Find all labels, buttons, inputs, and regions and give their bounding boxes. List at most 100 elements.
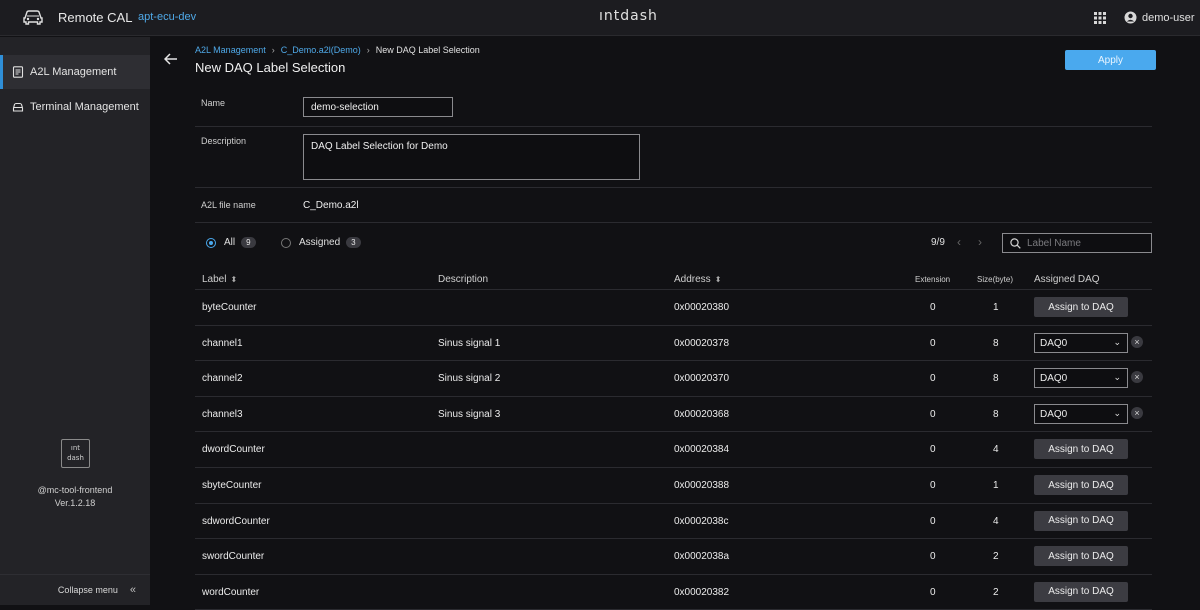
top-bar: Remote CAL apt-ecu-dev ıntdash demo-user [0,0,1200,36]
radio-unselected-icon [281,237,291,248]
cell-label: sbyteCounter [202,480,262,491]
chevron-down-icon: ⌄ [1113,336,1121,347]
cell-address: 0x0002038c [674,515,729,527]
breadcrumb-separator: › [366,45,370,55]
cell-size: 1 [993,480,999,491]
assign-to-daq-button[interactable]: Assign to DAQ [1034,510,1128,531]
daq-select[interactable]: DAQ0 ⌄ [1034,403,1128,424]
clear-daq-icon[interactable]: × [1131,406,1143,419]
cell-size: 8 [993,337,999,349]
daq-select[interactable]: DAQ0 ⌄ [1034,332,1128,353]
package-name: @mc-tool-frontend [37,485,113,495]
column-header-size: Size(byte) [977,275,1014,284]
table-row: swordCounter 0x0002038a 0 2 Assign to DAQ [195,539,1152,575]
name-label: Name [201,98,226,108]
assign-to-daq-button[interactable]: Assign to DAQ [1034,581,1128,602]
breadcrumb: A2L Management › C_Demo.a2l(Demo) › New DAQ … [195,45,480,55]
table-row: sdwordCounter 0x0002038c 0 4 Assign to DAQ [195,504,1152,540]
assign-to-daq-button[interactable]: Assign to DAQ [1034,546,1128,567]
column-header-description: Description [438,274,489,285]
a2l-file-label: A2L file name [201,200,256,210]
logo-text-bottom: dash [67,454,84,462]
filter-assigned-radio[interactable]: Assigned 3 [281,237,361,248]
search-input[interactable] [1027,234,1147,252]
cell-label: swordCounter [202,551,265,563]
cell-size: 4 [993,515,999,527]
name-input[interactable] [303,97,453,117]
cell-extension: 0 [930,551,936,563]
clear-daq-icon[interactable]: × [1131,371,1143,384]
description-label: Description [201,136,247,146]
column-header-label-text: Label [202,274,227,285]
breadcrumb-a2l-management[interactable]: A2L Management [195,45,266,55]
back-arrow-icon[interactable] [163,52,178,69]
filter-all-radio[interactable]: All 9 [206,237,256,248]
sidebar-item-a2l-management[interactable]: A2L Management [0,55,150,89]
table-row: sbyteCounter 0x00020388 0 1 Assign to DAQ [195,468,1152,504]
assign-to-daq-button[interactable]: Assign to DAQ [1034,439,1128,460]
description-input[interactable]: DAQ Label Selection for Demo [303,134,640,180]
assign-to-daq-button[interactable]: Assign to DAQ [1034,475,1128,495]
cell-extension: 0 [930,302,936,313]
environment-link[interactable]: apt-ecu-dev [138,11,196,23]
chevron-left-icon[interactable]: ‹ [957,235,961,249]
chevron-down-icon: ⌄ [1113,372,1121,383]
cell-address: 0x0002038a [674,551,730,563]
cell-label: channel3 [202,408,243,420]
cell-label: dwordCounter [202,444,265,456]
daq-select[interactable]: DAQ0 ⌄ [1034,368,1128,389]
version-label: Ver.1.2.18 [54,498,96,508]
column-header-label[interactable]: Label ⬍ [202,274,237,285]
daq-select-value: DAQ0 [1040,408,1068,420]
clear-daq-icon[interactable]: × [1131,335,1143,348]
sidebar: A2L Management Terminal Management ınt d… [0,37,150,605]
cell-label: wordCounter [202,586,260,598]
filter-all-count: 9 [241,237,256,248]
table-row: channel3 Sinus signal 3 0x00020368 0 8 DAQ0 ⌄ × [195,397,1152,433]
cell-label: channel1 [202,337,243,349]
search-icon [1010,238,1021,252]
table-row: channel2 Sinus signal 2 0x00020370 0 8 DAQ0 ⌄ × [195,361,1152,397]
chevron-down-icon: ⌄ [1113,407,1121,418]
pagination-count: 9/9 [931,237,945,248]
cell-extension: 0 [930,337,936,349]
car-icon [22,9,44,28]
assign-to-daq-button[interactable]: Assign to DAQ [1034,297,1128,317]
cell-description: Sinus signal 3 [438,408,501,420]
filter-assigned-count: 3 [346,237,361,248]
a2l-file-value: C_Demo.a2l [303,200,359,211]
terminal-icon [12,101,24,113]
cell-address: 0x00020378 [674,337,730,349]
document-icon [12,66,24,78]
daq-select-value: DAQ0 [1040,337,1068,349]
cell-address: 0x00020382 [674,586,730,598]
chevron-right-icon[interactable]: › [978,235,982,249]
cell-description: Sinus signal 2 [438,373,501,385]
cell-size: 4 [993,444,999,456]
user-icon[interactable] [1124,11,1137,27]
cell-size: 8 [993,408,999,420]
product-logo: ınt dash [61,439,90,468]
cell-label: sdwordCounter [202,515,270,527]
column-header-extension: Extension [915,275,951,284]
cell-size: 8 [993,373,999,385]
user-name[interactable]: demo-user [1142,12,1195,24]
column-header-assigned-daq: Assigned DAQ [1034,274,1100,285]
apply-button[interactable]: Apply [1065,50,1156,70]
cell-extension: 0 [930,480,936,491]
column-header-address-text: Address [674,274,711,285]
cell-address: 0x00020388 [674,480,730,491]
breadcrumb-a2l-file[interactable]: C_Demo.a2l(Demo) [281,45,361,55]
sort-icon: ⬍ [714,275,722,284]
cell-label: channel2 [202,373,243,385]
brand-logo: ıntdash [599,8,658,24]
radio-selected-icon [206,237,216,248]
table-row: channel1 Sinus signal 1 0x00020378 0 8 DAQ0 ⌄ × [195,326,1152,362]
cell-extension: 0 [930,586,936,598]
apps-grid-icon[interactable] [1094,12,1106,27]
column-header-address[interactable]: Address ⬍ [674,274,721,285]
collapse-menu-button[interactable]: Collapse menu « [0,574,150,605]
breadcrumb-current: New DAQ Label Selection [375,45,480,55]
cell-extension: 0 [930,515,936,527]
sidebar-item-terminal-management[interactable]: Terminal Management [0,90,150,124]
